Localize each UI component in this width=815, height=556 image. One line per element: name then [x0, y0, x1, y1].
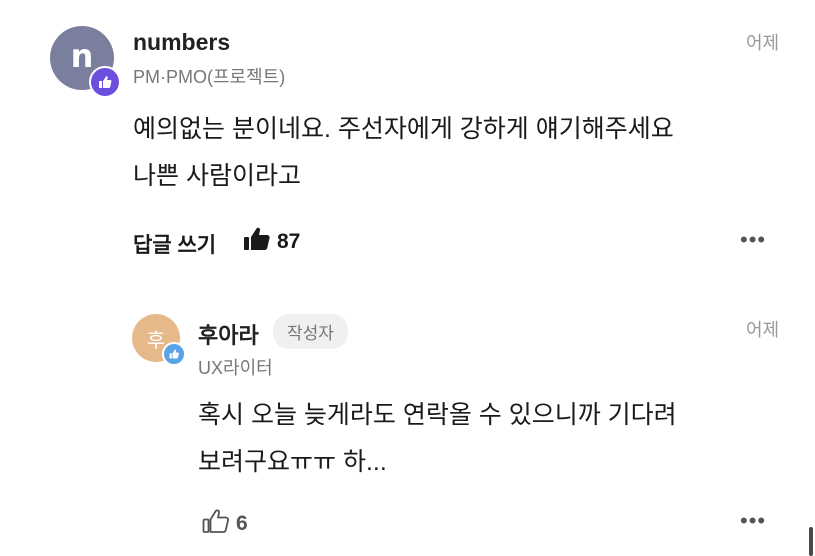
- reply-timestamp: 어제: [746, 320, 780, 340]
- like-button[interactable]: 87: [243, 226, 300, 257]
- reply-button[interactable]: 답글 쓰기: [133, 229, 216, 259]
- reply-author[interactable]: 후아라: [198, 318, 259, 350]
- comment-author[interactable]: numbers: [133, 29, 230, 56]
- thumbs-up-outline-icon: [202, 508, 230, 539]
- reply-like-count: 6: [236, 511, 248, 535]
- more-options-button[interactable]: •••: [740, 227, 766, 253]
- thumbs-up-icon: [89, 66, 121, 98]
- thumbs-up-icon: [162, 342, 186, 366]
- like-count: 87: [277, 229, 301, 253]
- comment-body-line: 예의없는 분이네요. 주선자에게 강하게 얘기해주세요: [133, 115, 674, 143]
- reply-like-button[interactable]: 6: [202, 508, 248, 539]
- reply-body: 혹시 오늘 늦게라도 연락올 수 있으니까 기다려 보려구요ㅠㅠ 하...: [198, 392, 758, 486]
- avatar-letter: n: [70, 37, 94, 75]
- comment-body: 예의없는 분이네요. 주선자에게 강하게 얘기해주세요 나쁜 사람이라고: [133, 106, 773, 200]
- reply-author-role: UX라이터: [198, 358, 273, 378]
- comment-timestamp: 어제: [746, 33, 780, 53]
- scrollbar[interactable]: [809, 527, 813, 556]
- comment-author-role: PM·PMO(프로젝트): [133, 67, 286, 87]
- author-badge: 작성자: [273, 314, 348, 349]
- reply-body-line: 혹시 오늘 늦게라도 연락올 수 있으니까 기다려: [198, 401, 677, 429]
- reply-more-options-button[interactable]: •••: [740, 508, 766, 534]
- comment-body-line: 나쁜 사람이라고: [133, 162, 301, 190]
- reply-body-line: 보려구요ㅠㅠ 하...: [198, 448, 387, 476]
- thumbs-up-filled-icon: [243, 226, 271, 257]
